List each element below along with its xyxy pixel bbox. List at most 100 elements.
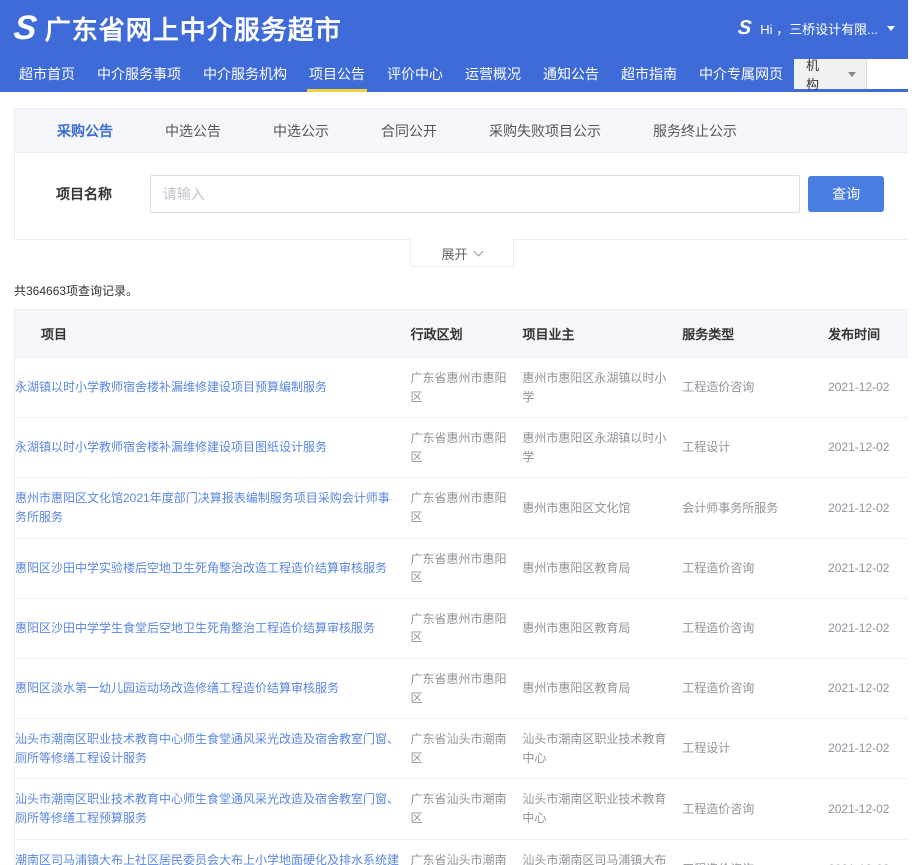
expand-filters-button[interactable]: 展开 bbox=[410, 239, 514, 267]
chevron-down-icon bbox=[848, 72, 856, 77]
publish-date-cell: 2021-12-02 bbox=[828, 728, 908, 769]
publish-date-cell: 2021-12-02 bbox=[828, 849, 908, 865]
results-table: 项目 行政区划 项目业主 服务类型 发布时间 永湖镇以时小学教师宿舍楼补漏维修建… bbox=[14, 309, 909, 865]
expand-label: 展开 bbox=[441, 244, 467, 263]
project-link[interactable]: 汕头市潮南区职业技术教育中心师生食堂通风采光改造及宿舍教室门窗、厕所等修缮工程设… bbox=[15, 719, 411, 778]
table-row: 潮南区司马浦镇大布上社区居民委员会大布上小学地面硬化及排水系统建设项目预算服务 … bbox=[15, 840, 908, 865]
owner-cell: 惠州市惠阳区教育局 bbox=[522, 608, 682, 649]
owner-cell: 惠州市惠阳区教育局 bbox=[522, 548, 682, 589]
nav-item-evaluation-center[interactable]: 评价中心 bbox=[376, 56, 454, 92]
region-cell: 广东省惠州市惠阳区 bbox=[411, 539, 523, 598]
owner-cell: 汕头市潮南区司马浦镇大布上居民委员会 bbox=[522, 840, 682, 865]
table-row: 惠阳区沙田中学实验楼后空地卫生死角整治改造工程造价结算审核服务 广东省惠州市惠阳… bbox=[15, 539, 908, 599]
service-type-cell: 工程造价咨询 bbox=[682, 367, 828, 408]
publish-date-cell: 2021-12-02 bbox=[828, 608, 908, 649]
user-menu[interactable]: S Hi ，三桥设计有限... bbox=[738, 18, 895, 38]
project-link[interactable]: 惠阳区沙田中学学生食堂后空地卫生死角整治工程造价结算审核服务 bbox=[15, 608, 411, 649]
chevron-down-icon bbox=[887, 26, 895, 31]
column-header-publish-date: 发布时间 bbox=[828, 310, 908, 357]
nav-item-service-items[interactable]: 中介服务事项 bbox=[86, 56, 192, 92]
region-cell: 广东省汕头市潮南区 bbox=[411, 719, 523, 778]
service-type-cell: 工程造价咨询 bbox=[682, 608, 828, 649]
publish-date-cell: 2021-12-02 bbox=[828, 367, 908, 408]
service-type-cell: 工程造价咨询 bbox=[682, 668, 828, 709]
chevron-down-icon bbox=[473, 247, 483, 257]
owner-cell: 汕头市潮南区职业技术教育中心 bbox=[522, 719, 682, 778]
service-type-cell: 工程设计 bbox=[682, 427, 828, 468]
table-header: 项目 行政区划 项目业主 服务类型 发布时间 bbox=[15, 310, 908, 358]
service-type-cell: 工程造价咨询 bbox=[682, 548, 828, 589]
table-row: 惠阳区沙田中学学生食堂后空地卫生死角整治工程造价结算审核服务 广东省惠州市惠阳区… bbox=[15, 599, 908, 659]
user-greeting: Hi ，三桥设计有限... bbox=[760, 19, 878, 38]
service-type-cell: 会计师事务所服务 bbox=[682, 488, 828, 529]
column-header-owner: 项目业主 bbox=[522, 310, 682, 357]
announcement-tabs: 采购公告 中选公告 中选公示 合同公开 采购失败项目公示 服务终止公示 bbox=[15, 109, 908, 153]
nav-item-home[interactable]: 超市首页 bbox=[8, 56, 86, 92]
publish-date-cell: 2021-12-02 bbox=[828, 548, 908, 589]
owner-cell: 惠州市惠阳区永湖镇以时小学 bbox=[522, 358, 682, 417]
table-row: 永湖镇以时小学教师宿舍楼补漏维修建设项目预算编制服务 广东省惠州市惠阳区 惠州市… bbox=[15, 358, 908, 418]
table-row: 惠阳区淡水第一幼儿园运动场改造修缮工程造价结算审核服务 广东省惠州市惠阳区 惠州… bbox=[15, 659, 908, 719]
site-logo-icon: S bbox=[12, 11, 38, 45]
table-row: 汕头市潮南区职业技术教育中心师生食堂通风采光改造及宿舍教室门窗、厕所等修缮工程预… bbox=[15, 779, 908, 839]
nav-item-project-announcements[interactable]: 项目公告 bbox=[298, 56, 376, 92]
query-button[interactable]: 查询 bbox=[808, 176, 884, 212]
project-name-input[interactable] bbox=[150, 175, 800, 213]
top-header: S 广东省网上中介服务超市 S Hi ，三桥设计有限... bbox=[0, 0, 923, 56]
nav-item-agency-pages[interactable]: 中介专属网页 bbox=[688, 56, 794, 92]
owner-cell: 汕头市潮南区职业技术教育中心 bbox=[522, 779, 682, 838]
nav-item-operation-overview[interactable]: 运营概况 bbox=[454, 56, 532, 92]
column-header-region: 行政区划 bbox=[411, 310, 523, 357]
column-header-project: 项目 bbox=[15, 310, 411, 357]
tab-contract-disclosure[interactable]: 合同公开 bbox=[381, 121, 437, 141]
publish-date-cell: 2021-12-02 bbox=[828, 668, 908, 709]
owner-cell: 惠州市惠阳区文化馆 bbox=[522, 488, 682, 529]
table-row: 汕头市潮南区职业技术教育中心师生食堂通风采光改造及宿舍教室门窗、厕所等修缮工程设… bbox=[15, 719, 908, 779]
tab-service-termination[interactable]: 服务终止公示 bbox=[653, 121, 737, 141]
project-link[interactable]: 惠州市惠阳区文化馆2021年度部门决算报表编制服务项目采购会计师事务所服务 bbox=[15, 478, 411, 537]
service-type-cell: 工程造价咨询 bbox=[682, 849, 828, 865]
user-org-logo-icon: S bbox=[737, 18, 752, 38]
owner-cell: 惠州市惠阳区永湖镇以时小学 bbox=[522, 418, 682, 477]
filter-row: 项目名称 查询 bbox=[15, 153, 908, 239]
page: S 广东省网上中介服务超市 S Hi ，三桥设计有限... 超市首页 中介服务事… bbox=[0, 0, 923, 865]
result-count: 共364663项查询记录。 bbox=[14, 282, 909, 299]
region-cell: 广东省惠州市惠阳区 bbox=[411, 478, 523, 537]
project-link[interactable]: 惠阳区沙田中学实验楼后空地卫生死角整治改造工程造价结算审核服务 bbox=[15, 548, 411, 589]
region-cell: 广东省汕头市潮南区 bbox=[411, 779, 523, 838]
project-link[interactable]: 汕头市潮南区职业技术教育中心师生食堂通风采光改造及宿舍教室门窗、厕所等修缮工程预… bbox=[15, 779, 411, 838]
nav-item-notices[interactable]: 通知公告 bbox=[532, 56, 610, 92]
site-title: 广东省网上中介服务超市 bbox=[45, 10, 342, 47]
search-category-value: 机构 bbox=[806, 55, 824, 93]
nav-item-guide[interactable]: 超市指南 bbox=[610, 56, 688, 92]
project-link[interactable]: 惠阳区淡水第一幼儿园运动场改造修缮工程造价结算审核服务 bbox=[15, 668, 411, 709]
column-header-service-type: 服务类型 bbox=[682, 310, 828, 357]
project-link[interactable]: 永湖镇以时小学教师宿舍楼补漏维修建设项目预算编制服务 bbox=[15, 367, 411, 408]
search-category-select[interactable]: 机构 bbox=[794, 59, 867, 89]
service-type-cell: 工程设计 bbox=[682, 728, 828, 769]
service-type-cell: 工程造价咨询 bbox=[682, 789, 828, 830]
tab-selection-announcement[interactable]: 中选公告 bbox=[165, 121, 221, 141]
nav-item-service-agencies[interactable]: 中介服务机构 bbox=[192, 56, 298, 92]
publish-date-cell: 2021-12-02 bbox=[828, 427, 908, 468]
project-name-label: 项目名称 bbox=[56, 184, 150, 204]
filter-card: 采购公告 中选公告 中选公示 合同公开 采购失败项目公示 服务终止公示 项目名称… bbox=[14, 108, 909, 240]
publish-date-cell: 2021-12-02 bbox=[828, 789, 908, 830]
table-row: 惠州市惠阳区文化馆2021年度部门决算报表编制服务项目采购会计师事务所服务 广东… bbox=[15, 478, 908, 538]
scrollbar-track[interactable] bbox=[908, 0, 923, 865]
tab-failed-projects[interactable]: 采购失败项目公示 bbox=[489, 121, 601, 141]
tab-selection-publicity[interactable]: 中选公示 bbox=[273, 121, 329, 141]
publish-date-cell: 2021-12-02 bbox=[828, 488, 908, 529]
tab-purchase-announcement[interactable]: 采购公告 bbox=[57, 121, 113, 141]
project-link[interactable]: 永湖镇以时小学教师宿舍楼补漏维修建设项目图纸设计服务 bbox=[15, 427, 411, 468]
table-row: 永湖镇以时小学教师宿舍楼补漏维修建设项目图纸设计服务 广东省惠州市惠阳区 惠州市… bbox=[15, 418, 908, 478]
region-cell: 广东省惠州市惠阳区 bbox=[411, 418, 523, 477]
region-cell: 广东省惠州市惠阳区 bbox=[411, 599, 523, 658]
project-link[interactable]: 潮南区司马浦镇大布上社区居民委员会大布上小学地面硬化及排水系统建设项目预算服务 bbox=[15, 840, 411, 865]
region-cell: 广东省汕头市潮南区 bbox=[411, 840, 523, 865]
region-cell: 广东省惠州市惠阳区 bbox=[411, 358, 523, 417]
brand[interactable]: S 广东省网上中介服务超市 bbox=[14, 10, 342, 47]
main-nav: 超市首页 中介服务事项 中介服务机构 项目公告 评价中心 运营概况 通知公告 超… bbox=[0, 56, 923, 92]
nav-search: 机构 bbox=[794, 59, 923, 89]
owner-cell: 惠州市惠阳区教育局 bbox=[522, 668, 682, 709]
